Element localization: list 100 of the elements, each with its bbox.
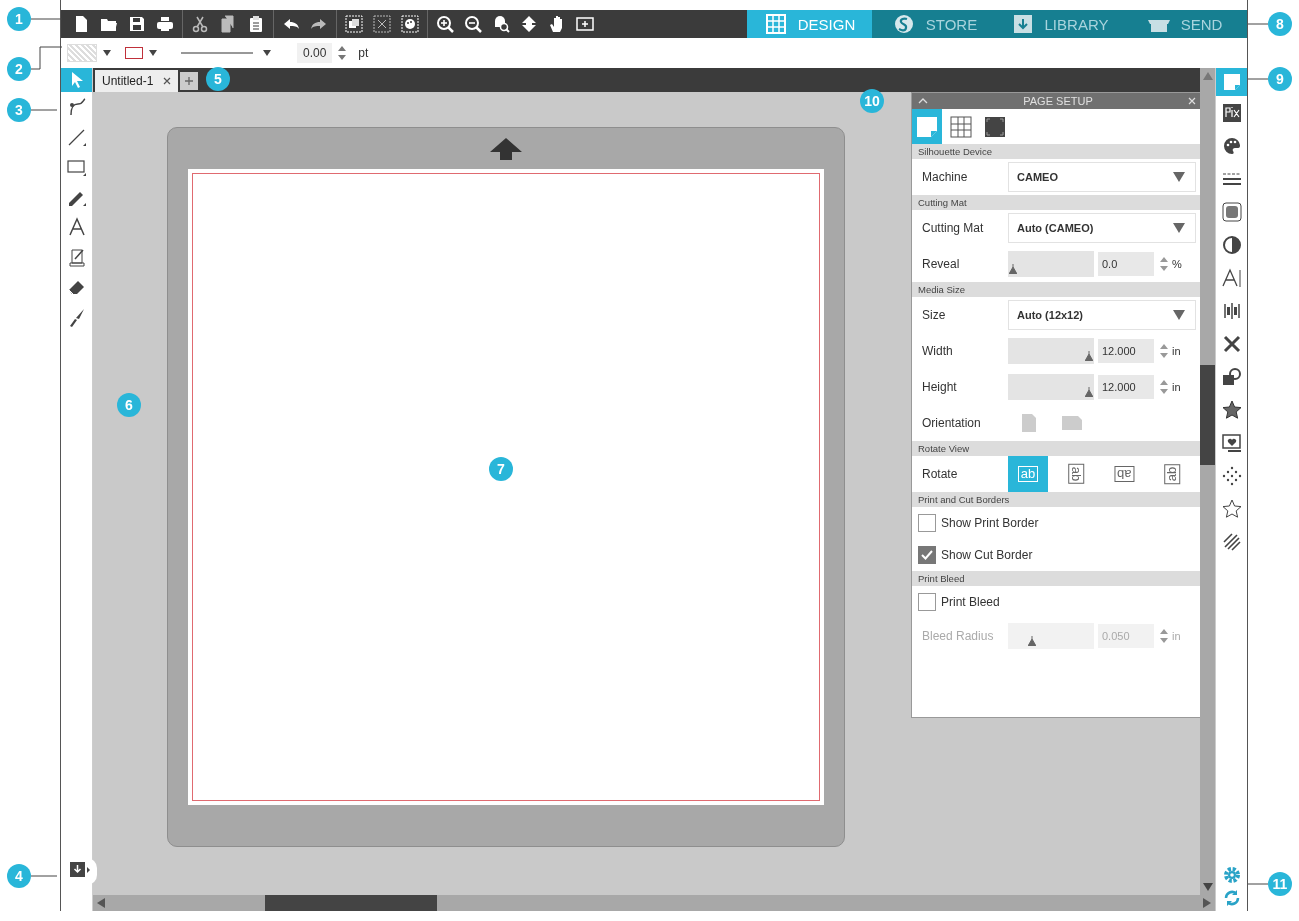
unit-label: in xyxy=(1172,381,1181,393)
zoom-out-icon[interactable] xyxy=(464,15,482,33)
unit-label: pt xyxy=(358,46,369,60)
dropdown[interactable]: CAMEO xyxy=(1008,162,1196,192)
slider[interactable] xyxy=(1008,338,1094,364)
scroll-thumb[interactable] xyxy=(265,895,437,911)
slider[interactable] xyxy=(1008,374,1094,400)
dropdown[interactable]: Auto (12x12) xyxy=(1008,300,1196,330)
scroll-right-icon[interactable] xyxy=(1203,898,1211,908)
printer-icon[interactable] xyxy=(156,15,174,33)
caret-icon xyxy=(1173,310,1185,320)
grid-icon xyxy=(950,115,972,138)
rotate-view-button[interactable]: ab xyxy=(1152,456,1192,492)
palette-selection-icon[interactable] xyxy=(401,15,419,33)
caret-icon[interactable] xyxy=(149,50,157,56)
add-tab-icon[interactable] xyxy=(180,72,199,90)
letter-icon xyxy=(66,217,87,237)
horizontal-scrollbar[interactable] xyxy=(93,895,1215,911)
fill-pattern-swatch[interactable] xyxy=(67,44,97,62)
field-label: Orientation xyxy=(922,416,982,430)
field-label: Height xyxy=(922,380,958,394)
line-style-icon[interactable] xyxy=(181,50,271,56)
caret-icon[interactable] xyxy=(103,50,111,56)
align-bars-icon xyxy=(1221,300,1242,321)
panel-title: PAGE SETUP xyxy=(1023,95,1093,107)
checkbox[interactable] xyxy=(918,514,936,532)
caret-icon xyxy=(1173,223,1185,233)
scroll-left-icon[interactable] xyxy=(97,898,105,908)
checkbox[interactable] xyxy=(918,593,936,611)
field-label: Rotate xyxy=(922,467,959,481)
slider-thumb[interactable] xyxy=(1084,351,1094,363)
checkbox[interactable] xyxy=(918,546,936,564)
line-icon xyxy=(66,127,87,147)
field-label: Cutting Mat xyxy=(922,221,985,235)
rotate-view-button[interactable]: ab xyxy=(1104,456,1144,492)
number-field[interactable]: 12.000 xyxy=(1098,375,1154,399)
grid-icon xyxy=(763,14,788,34)
group-icon[interactable] xyxy=(345,15,363,33)
slider-thumb[interactable] xyxy=(1084,387,1094,399)
caret-icon xyxy=(1173,172,1185,182)
save-icon[interactable] xyxy=(128,15,146,33)
field-label: Bleed Radius xyxy=(922,629,995,643)
page-icon xyxy=(1221,72,1242,92)
callout-badge: 1 xyxy=(7,7,31,31)
page-icon xyxy=(916,115,938,138)
section-heading: Media Size xyxy=(912,282,1200,297)
checkbox-label: Print Bleed xyxy=(941,595,1000,609)
mat-icon xyxy=(984,115,1006,138)
zoom-in-icon[interactable] xyxy=(436,15,454,33)
callout-badge: 4 xyxy=(7,864,31,888)
dots-icon xyxy=(1221,465,1242,486)
callout-badge: 9 xyxy=(1268,67,1292,91)
spinner-arrows-icon[interactable] xyxy=(1160,629,1168,643)
field-label: Width xyxy=(922,344,954,358)
spinner-arrows-icon[interactable] xyxy=(1160,257,1168,271)
number-field[interactable]: 0.0 xyxy=(1098,252,1154,276)
vertical-scrollbar[interactable] xyxy=(1200,68,1215,895)
zoom-selection-icon[interactable] xyxy=(492,15,510,33)
rotate-view-button[interactable]: ab xyxy=(1056,456,1096,492)
dropdown[interactable]: Auto (CAMEO) xyxy=(1008,213,1196,243)
hatch-lines-icon xyxy=(1221,531,1242,552)
pix-icon xyxy=(1221,102,1242,123)
callout-badge: 2 xyxy=(7,57,31,81)
spinner-arrows-icon[interactable] xyxy=(1160,380,1168,394)
field-label: Size xyxy=(922,308,947,322)
letter-cursor-icon xyxy=(1221,267,1242,288)
scroll-down-icon[interactable] xyxy=(1202,883,1213,891)
star-icon xyxy=(1221,399,1242,420)
scroll-thumb[interactable] xyxy=(1200,365,1215,465)
unit-label: in xyxy=(1172,345,1181,357)
section-heading: Rotate View xyxy=(912,441,1200,456)
rectangle-icon xyxy=(66,157,87,177)
fill-square-icon xyxy=(1221,201,1242,222)
line-width-field[interactable]: 0.00 xyxy=(297,43,333,63)
scissors-icon[interactable] xyxy=(191,15,209,33)
line-color-swatch[interactable] xyxy=(125,47,143,59)
up-arrow-icon[interactable] xyxy=(490,138,522,160)
document-tab[interactable]: Untitled-1 xyxy=(95,70,179,92)
arrows-icon[interactable] xyxy=(520,15,538,33)
half-circle-icon xyxy=(1221,234,1242,255)
clipboard-icon[interactable] xyxy=(247,15,265,33)
settings-icon[interactable] xyxy=(1221,865,1242,885)
section-heading: Print Bleed xyxy=(912,571,1200,586)
number-field[interactable]: 12.000 xyxy=(1098,339,1154,363)
slider[interactable] xyxy=(1008,623,1094,649)
ungroup-icon[interactable] xyxy=(373,15,391,33)
section-heading: Cutting Mat xyxy=(912,195,1200,210)
unit-label: in xyxy=(1172,630,1181,642)
section-heading: Print and Cut Borders xyxy=(912,492,1200,507)
copy-icon[interactable] xyxy=(219,15,237,33)
field-label: Reveal xyxy=(922,257,961,271)
close-icon[interactable] xyxy=(163,77,172,85)
slider-thumb[interactable] xyxy=(1008,264,1018,276)
spinner-arrows-icon[interactable] xyxy=(338,46,347,60)
collapse-icon[interactable] xyxy=(918,98,928,104)
star-outline-icon xyxy=(1221,498,1242,519)
fit-page-icon[interactable] xyxy=(576,15,594,33)
checkbox-label: Show Print Border xyxy=(941,516,1039,530)
spinner-arrows-icon[interactable] xyxy=(1160,344,1168,358)
slider[interactable] xyxy=(1008,251,1094,277)
